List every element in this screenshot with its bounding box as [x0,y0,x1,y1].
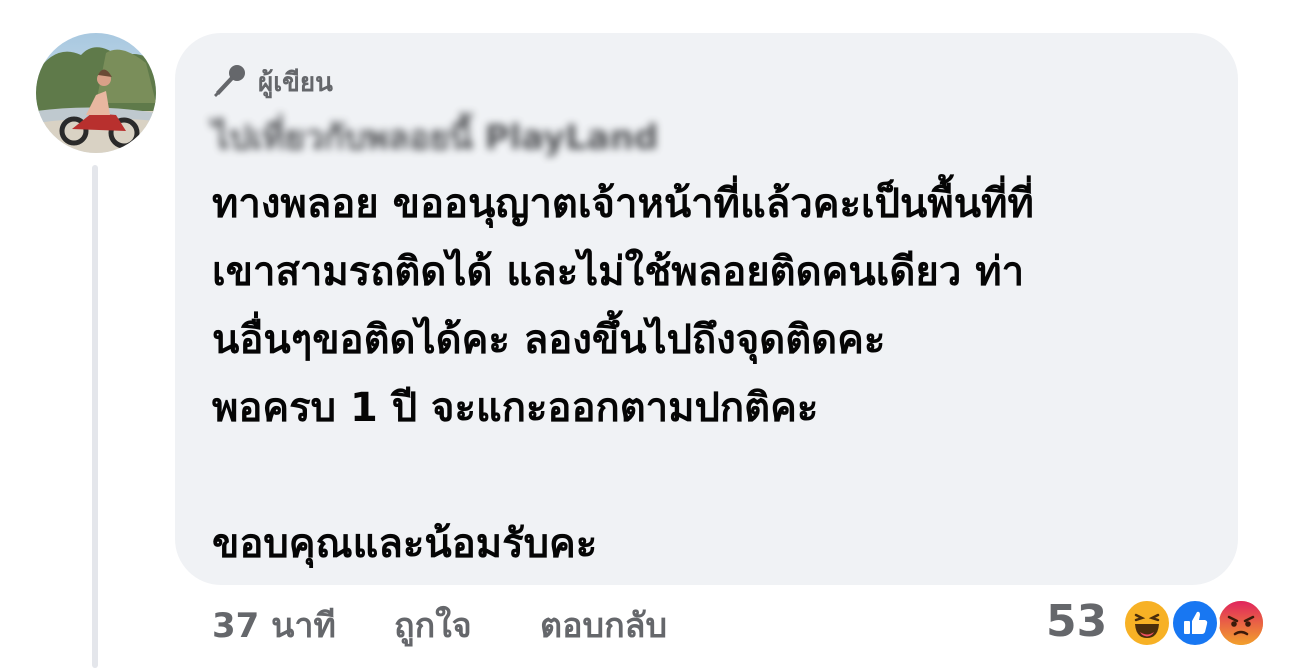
author-name[interactable]: ไปเที่ยวกับพลอยนี้ PlayLand [212,116,658,160]
comment-text-line: ทางพลอย ขออนุญาตเจ้าหน้าที่แล้วคะเป็นพื้… [212,181,1034,227]
like-button[interactable]: ถูกใจ [394,598,472,654]
comment-text-line: พอครบ 1 ปี จะแกะออกตามปกติคะ [212,385,819,431]
haha-icon[interactable] [1122,598,1172,648]
comment-text-line: ขอบคุณและน้อมรับคะ [212,521,598,567]
author-badge: ผู้เขียน [212,60,333,104]
thread-line [92,165,98,668]
reaction-count[interactable]: 53 [1046,594,1107,650]
angry-icon[interactable] [1216,598,1266,648]
author-badge-label: ผู้เขียน [258,67,333,98]
comment-timestamp[interactable]: 37 นาที [212,598,336,654]
reply-button[interactable]: ตอบกลับ [540,598,667,654]
microphone-icon [212,62,248,102]
avatar[interactable] [36,33,156,153]
like-icon[interactable] [1170,598,1220,648]
avatar-photo [36,33,156,153]
comment-text-line: เขาสามรถติดได้ และไม่ใช้พลอยติดคนเดียว ท… [212,249,1025,295]
comment-text-line: นอื่นๆขอติดได้คะ ลองขึ้นไปถึงจุดติดคะ [212,317,886,363]
comment-thread: ผู้เขียน ไปเที่ยวกับพลอยนี้ PlayLand ทาง… [0,0,1290,668]
